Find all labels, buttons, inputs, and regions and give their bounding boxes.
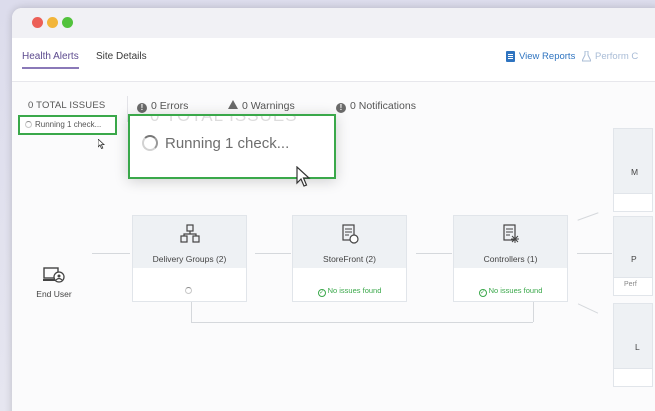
- running-check-label: Running 1 check...: [35, 120, 102, 129]
- view-reports-label: View Reports: [519, 51, 576, 62]
- delivery-groups-node[interactable]: Delivery Groups (2): [132, 215, 247, 302]
- errors-count: 0 Errors: [151, 100, 189, 112]
- notification-icon: !: [336, 103, 346, 113]
- main-content: Health Alerts Site Details View Reports …: [12, 38, 655, 411]
- node-footer: Perf: [614, 277, 652, 295]
- connector-line: [577, 303, 599, 314]
- connector-line: [577, 212, 599, 221]
- check-icon: ✓: [478, 289, 487, 297]
- spinner-icon: [25, 121, 32, 128]
- controllers-icon: [502, 224, 519, 243]
- delivery-groups-icon: [179, 224, 200, 243]
- controllers-node[interactable]: Controllers (1) ✓ No issues found: [453, 215, 568, 302]
- total-issues-count: 0 TOTAL ISSUES: [28, 100, 106, 111]
- connector-line: [416, 253, 452, 254]
- spinner-icon: [184, 287, 192, 294]
- notifications-count: 0 Notifications: [350, 100, 416, 112]
- view-reports-link[interactable]: View Reports: [506, 51, 575, 62]
- end-user-icon: [43, 267, 65, 283]
- warnings-summary[interactable]: 0 Warnings: [228, 100, 295, 112]
- right-node-m-label: M: [631, 167, 639, 177]
- right-node-l-label: L: [635, 342, 640, 352]
- storefront-status-label: No issues found: [327, 286, 382, 295]
- storefront-status: ✓ No issues found: [293, 286, 406, 297]
- end-user-node[interactable]: End User: [34, 266, 74, 299]
- storefront-icon: [341, 224, 359, 244]
- controllers-status-label: No issues found: [488, 286, 543, 295]
- notifications-summary[interactable]: ! 0 Notifications: [336, 100, 416, 113]
- running-check-status[interactable]: Running 1 check...: [18, 115, 117, 135]
- right-node-m[interactable]: M: [613, 128, 653, 212]
- delivery-groups-status: [133, 286, 246, 295]
- document-icon: [506, 51, 515, 62]
- warnings-count: 0 Warnings: [242, 100, 295, 112]
- delivery-groups-label: Delivery Groups (2): [152, 254, 227, 264]
- right-node-l[interactable]: L: [613, 303, 653, 387]
- right-node-p[interactable]: P Perf: [613, 216, 653, 296]
- controllers-label: Controllers (1): [483, 254, 538, 264]
- close-window-button[interactable]: [32, 17, 43, 28]
- app-window: Health Alerts Site Details View Reports …: [12, 8, 655, 411]
- tab-site-details[interactable]: Site Details: [96, 51, 147, 62]
- node-footer: [614, 368, 652, 386]
- node-footer: [614, 193, 652, 211]
- storefront-node[interactable]: StoreFront (2) ✓ No issues found: [292, 215, 407, 302]
- connector-line: [577, 253, 612, 254]
- right-node-perf-label: Perf: [624, 281, 637, 288]
- title-bar: [12, 8, 655, 38]
- connector-line: [191, 322, 533, 323]
- error-icon: !: [137, 103, 147, 113]
- storefront-label: StoreFront (2): [323, 254, 376, 264]
- mouse-cursor-icon: [97, 138, 106, 152]
- connector-line: [92, 253, 130, 254]
- right-node-p-label: P: [631, 254, 637, 264]
- check-icon: ✓: [317, 289, 326, 297]
- tab-bar: Health Alerts Site Details View Reports …: [12, 38, 655, 82]
- perform-checks-label: Perform C: [595, 51, 639, 62]
- tab-health-alerts[interactable]: Health Alerts: [22, 51, 79, 69]
- mouse-cursor-icon: [296, 166, 311, 187]
- flask-icon: [582, 51, 591, 62]
- connector-line: [255, 253, 291, 254]
- end-user-label: End User: [36, 289, 72, 299]
- warning-icon: [228, 100, 238, 109]
- errors-summary[interactable]: ! 0 Errors: [137, 100, 188, 113]
- minimize-window-button[interactable]: [47, 17, 58, 28]
- perform-checks-link[interactable]: Perform C: [582, 51, 638, 62]
- maximize-window-button[interactable]: [62, 17, 73, 28]
- controllers-status: ✓ No issues found: [454, 286, 567, 297]
